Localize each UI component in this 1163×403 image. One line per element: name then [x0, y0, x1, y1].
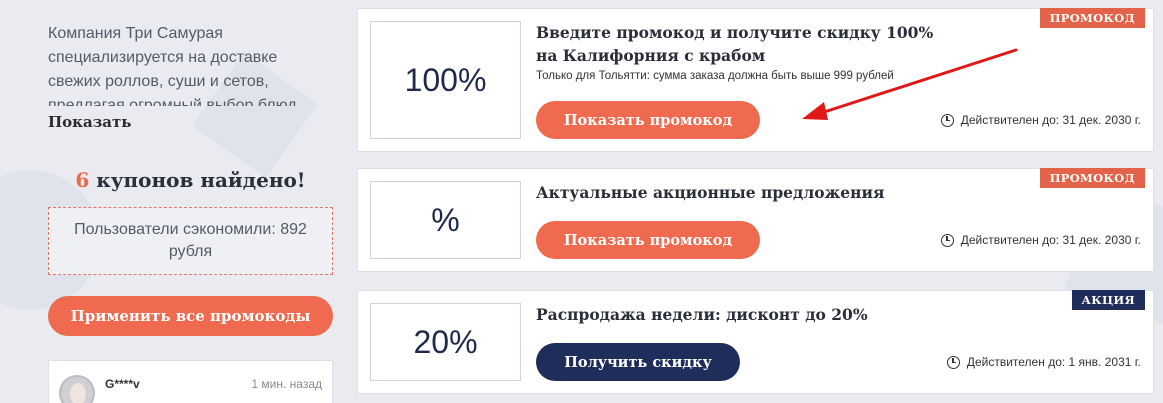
coupon-title[interactable]: Актуальные акционные предложения: [536, 181, 936, 204]
show-more-link[interactable]: Показать: [48, 113, 132, 131]
coupon-expiry: Действителен до: 1 янв. 2031 г.: [946, 355, 1141, 369]
coupon-card: 100% Введите промокод и получите скидку …: [357, 8, 1154, 152]
coupons-count: 6: [75, 168, 90, 192]
get-discount-button[interactable]: Получить скидку: [536, 343, 740, 381]
store-description: Компания Три Самурая специализируется на…: [48, 25, 297, 106]
review-time: 1 мин. назад: [251, 377, 322, 391]
coupons-found-text: купонов найдено!: [89, 168, 306, 192]
apply-all-promocodes-button[interactable]: Применить все промокоды: [48, 296, 333, 336]
coupon-value: 100%: [370, 21, 521, 139]
coupon-value: 20%: [370, 303, 521, 381]
expiry-text: Действителен до: 31 дек. 2030 г.: [960, 233, 1141, 247]
show-promocode-button[interactable]: Показать промокод: [536, 221, 760, 259]
action-badge: АКЦИЯ: [1071, 290, 1145, 310]
coupon-expiry: Действителен до: 31 дек. 2030 г.: [940, 233, 1141, 247]
coupon-title[interactable]: Распродажа недели: дисконт до 20%: [536, 303, 936, 326]
avatar: [59, 375, 95, 403]
promocode-badge: ПРОМОКОД: [1039, 8, 1145, 28]
show-promocode-button[interactable]: Показать промокод: [536, 101, 760, 139]
clock-icon: [946, 355, 960, 369]
coupon-card: % Актуальные акционные предложения Показ…: [357, 168, 1154, 272]
review-card: G****v 1 мин. назад: [48, 360, 333, 403]
clock-icon: [940, 233, 954, 247]
promocode-badge: ПРОМОКОД: [1039, 168, 1145, 188]
expiry-text: Действителен до: 1 янв. 2031 г.: [966, 355, 1141, 369]
savings-box: Пользователи сэкономили: 892 рубля: [48, 207, 333, 275]
reviewer-name: G****v: [105, 377, 140, 391]
coupon-value: %: [370, 181, 521, 259]
savings-text: Пользователи сэкономили: 892 рубля: [74, 221, 307, 260]
coupon-card: 20% Распродажа недели: дисконт до 20% По…: [357, 290, 1154, 394]
coupons-found-heading: 6 купонов найдено!: [48, 168, 333, 192]
red-arrow-annotation: [802, 48, 1018, 120]
